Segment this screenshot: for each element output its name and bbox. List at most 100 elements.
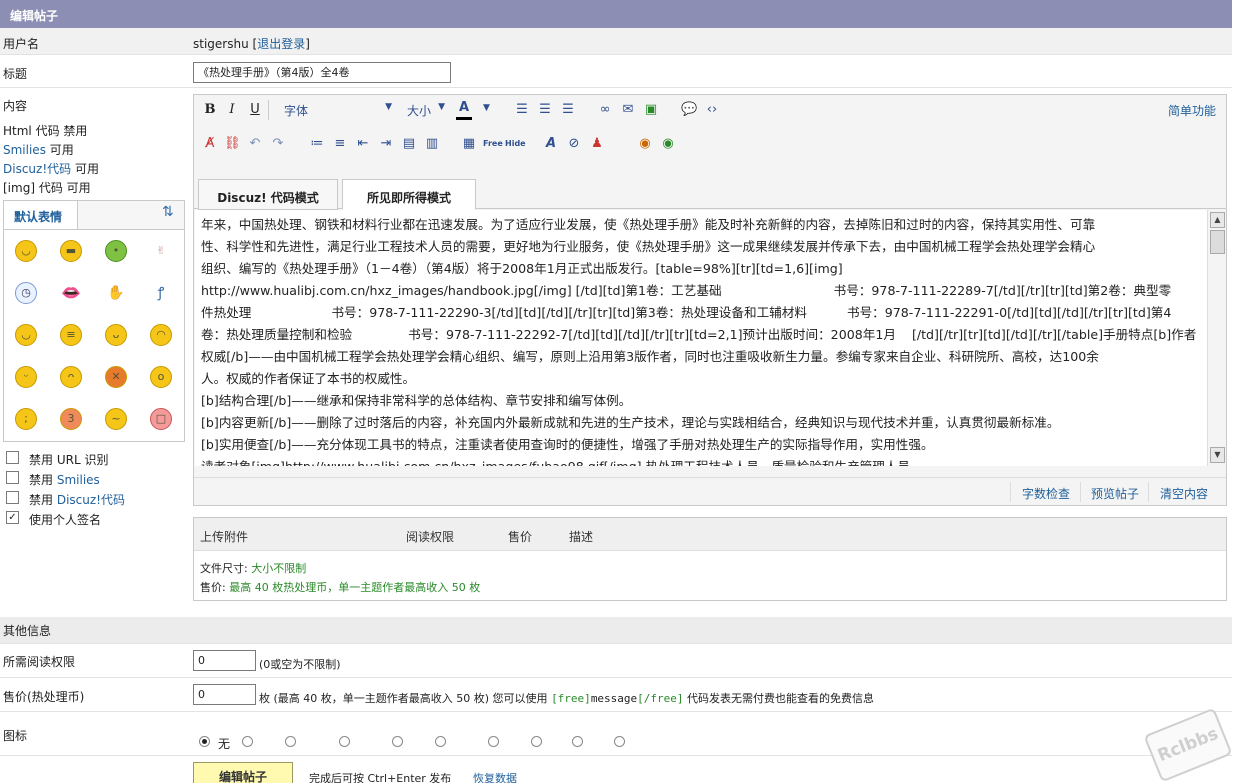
smiley-ribbon-icon[interactable]: ꝭ [150, 282, 172, 304]
editor-scrollbar[interactable]: ▲ ▼ [1207, 210, 1226, 466]
disable-smilies-checkbox[interactable] [6, 471, 19, 484]
icon-radio-8[interactable] [572, 736, 583, 747]
icon-radio-7[interactable] [531, 736, 542, 747]
description-header: 描述 [569, 530, 594, 544]
disable-discuz-code-checkbox[interactable] [6, 491, 19, 504]
editor-textarea[interactable]: 年来，中国热处理、钢铁和材料行业都在迅速发展。为了适应行业发展，使《热处理手册》… [195, 210, 1207, 466]
image-icon[interactable]: ▣ [643, 102, 659, 118]
flash-icon[interactable]: ⊘ [566, 136, 582, 152]
smilies-link[interactable]: Smilies [3, 143, 46, 157]
edit-post-button[interactable]: 编辑帖子 [193, 762, 293, 783]
preview-button[interactable]: 预览帖子 [1091, 485, 1139, 502]
scroll-down-icon[interactable]: ▼ [1210, 447, 1225, 463]
page-header: 编辑帖子 [0, 0, 1232, 28]
smiley-mad-icon[interactable]: ✕ [105, 366, 127, 388]
price-input[interactable]: 0 [193, 684, 256, 705]
align-right-icon[interactable]: ☰ [560, 102, 576, 118]
use-signature-label: 使用个人签名 [29, 513, 102, 527]
align-left-icon[interactable]: ☰ [514, 102, 530, 118]
align-center-icon[interactable]: ☰ [537, 102, 553, 118]
redo-icon[interactable]: ↷ [270, 136, 286, 152]
table-icon[interactable]: ▦ [461, 136, 477, 152]
icon-radio-1[interactable] [242, 736, 253, 747]
disable-url-checkbox[interactable] [6, 451, 19, 464]
email-icon[interactable]: ✉ [620, 102, 636, 118]
smiley-scream-icon[interactable]: □ [150, 408, 172, 430]
restore-data-link[interactable]: 恢复数据 [473, 770, 517, 783]
simple-mode-link[interactable]: 简单功能 [1168, 102, 1216, 119]
icon-radio-5[interactable] [435, 736, 446, 747]
smiley-cry-icon[interactable]: ᴖ [60, 366, 82, 388]
font-color-icon[interactable]: A [456, 100, 472, 120]
logout-link[interactable]: 退出登录 [257, 37, 305, 51]
unordered-list-icon[interactable]: ≡ [332, 136, 348, 152]
video-icon[interactable]: ◉ [660, 136, 676, 152]
smiley-handshake-icon[interactable]: ✋ [105, 282, 127, 304]
icon-radio-none[interactable] [199, 736, 210, 747]
smiley-cheerful-icon[interactable]: ᵕ [15, 366, 37, 388]
float-left-icon[interactable]: ▤ [401, 136, 417, 152]
icon-radio-3[interactable] [339, 736, 350, 747]
smiley-grin-icon[interactable]: ▬ [60, 240, 82, 262]
underline-icon[interactable]: U [247, 102, 263, 118]
icon-radio-2[interactable] [285, 736, 296, 747]
font-size-select[interactable]: 大小 ▼ [407, 102, 445, 119]
tab-discuz-code[interactable]: Discuz! 代码模式 [198, 179, 338, 210]
smilies-tab-default[interactable]: 默认表情 [4, 201, 78, 229]
audio-icon[interactable]: ◉ [637, 136, 653, 152]
use-signature-checkbox[interactable]: ✓ [6, 511, 19, 524]
undo-icon[interactable]: ↶ [247, 136, 263, 152]
italic-icon[interactable]: I [224, 102, 240, 118]
ordered-list-icon[interactable]: ≔ [309, 136, 325, 152]
free-tag-icon[interactable]: Free [483, 136, 503, 152]
smiley-tongue-icon[interactable]: ᴗ [105, 324, 127, 346]
remove-format-icon[interactable]: A̸ [202, 136, 218, 152]
smiley-frog-icon[interactable]: • [105, 240, 127, 262]
font-family-select[interactable]: 字体 ▼ [284, 102, 392, 119]
unlink-icon[interactable]: ⛓ [224, 136, 241, 152]
font-style-icon[interactable]: A [543, 136, 559, 152]
username-value: stigershu [退出登录] [193, 37, 310, 51]
read-permission-input[interactable]: 0 [193, 650, 256, 671]
smiley-shy-icon[interactable]: ~ [105, 408, 127, 430]
scroll-thumb[interactable] [1210, 230, 1225, 254]
scroll-up-icon[interactable]: ▲ [1210, 212, 1225, 228]
quote-icon[interactable]: 💬 [681, 102, 697, 118]
smiley-shock-icon[interactable]: o [150, 366, 172, 388]
smiley-victory-icon[interactable]: ✌ [150, 240, 172, 262]
word-count-button[interactable]: 字数检查 [1022, 485, 1070, 502]
smiley-kiss-icon[interactable]: 3 [60, 408, 82, 430]
indent-icon[interactable]: ⇥ [378, 136, 394, 152]
icon-radio-6[interactable] [488, 736, 499, 747]
hide-tag-icon[interactable]: Hide [505, 136, 526, 152]
code-icon[interactable]: ‹› [704, 102, 720, 118]
read-permission-header: 阅读权限 [406, 530, 455, 544]
icon-radio-9[interactable] [614, 736, 625, 747]
float-right-icon[interactable]: ▥ [424, 136, 440, 152]
chevron-down-icon[interactable]: ▼ [483, 103, 490, 113]
smiley-happy-icon[interactable]: ◡ [15, 324, 37, 346]
tab-wysiwyg[interactable]: 所见即所得模式 [342, 179, 476, 210]
bold-icon[interactable]: B [202, 102, 218, 118]
icon-radio-4[interactable] [392, 736, 403, 747]
smiley-smile-icon[interactable]: ◡ [15, 240, 37, 262]
icon-label: 图标 [3, 729, 28, 743]
smiley-clock-icon[interactable]: ◷ [15, 282, 37, 304]
editor-line: http://www.hualibj.com.cn/hxz_images/han… [201, 283, 1172, 298]
outdent-icon[interactable]: ⇤ [355, 136, 371, 152]
editor-line: 年来，中国热处理、钢铁和材料行业都在迅速发展。为了适应行业发展，使《热处理手册》… [201, 217, 1096, 232]
discuz-code-link[interactable]: Discuz!代码 [3, 162, 71, 176]
title-input[interactable]: 《热处理手册》（第4版）全4卷 [193, 62, 451, 83]
smiley-wink-icon[interactable]: ; [15, 408, 37, 430]
smilies-sort-icon[interactable]: ⇅ [162, 204, 174, 220]
chevron-down-icon: ▼ [438, 102, 445, 112]
upload-attachment-header[interactable]: 上传附件 [200, 528, 248, 545]
smiley-sad-icon[interactable]: ◠ [150, 324, 172, 346]
clear-content-button[interactable]: 清空内容 [1160, 485, 1208, 502]
smiley-angry-icon[interactable]: ≡ [60, 324, 82, 346]
link-icon[interactable]: ∞ [597, 102, 613, 118]
smiley-lips-icon[interactable]: 👄 [60, 282, 82, 304]
qq-icon[interactable]: ♟ [589, 136, 605, 152]
price-info: 售价: 最高 40 枚热处理币，单一主题作者最高收入 50 枚 [200, 581, 481, 594]
price-label: 售价(热处理币) [3, 690, 85, 704]
